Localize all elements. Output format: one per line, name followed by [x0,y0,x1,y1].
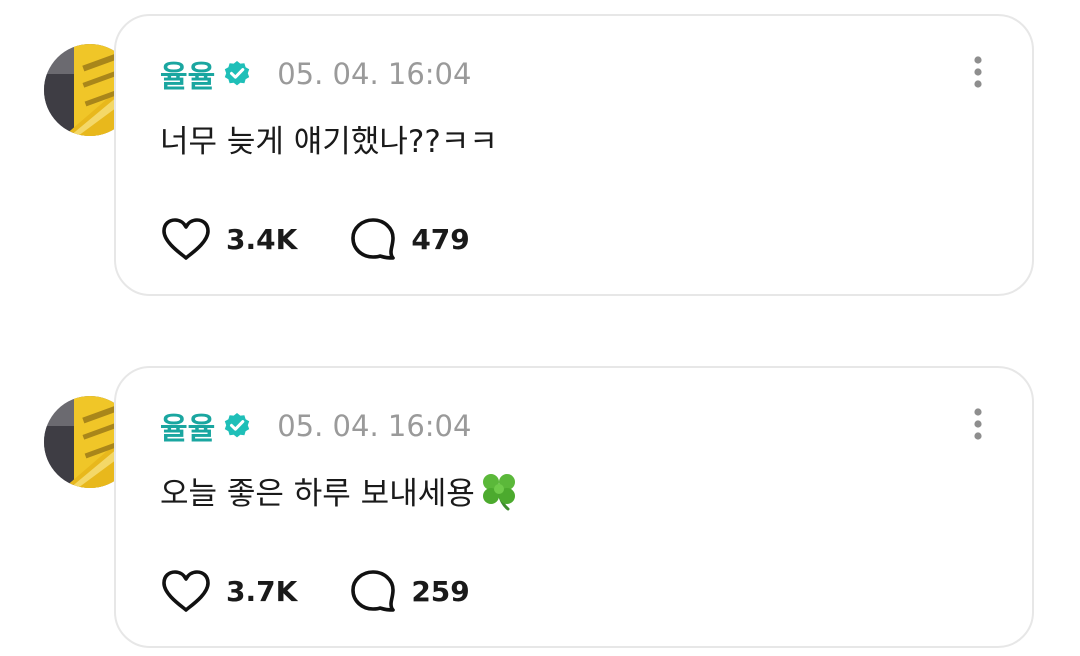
comment-count: 259 [411,574,470,608]
post-text-content: 너무 늦게 얘기했나??ㅋㅋ [160,124,498,160]
comment-bubble-icon [351,218,396,260]
comment-button[interactable]: 479 [349,216,470,262]
post-actions: 3.4K 479 [160,214,470,264]
comment-bubble-icon [351,570,396,612]
like-count: 3.7K [226,574,298,608]
post-actions: 3.7K 259 [160,566,470,616]
post-header: 율율 05. 04. 16:04 [160,50,471,98]
author-name[interactable]: 율율 [160,404,215,448]
heart-icon [162,218,210,260]
more-options-icon[interactable] [968,406,988,446]
like-button[interactable]: 3.7K [160,568,297,614]
post-text: 너무 늦게 얘기했나??ㅋㅋ [160,116,498,161]
post-card[interactable]: 율율 05. 04. 16:04 너무 늦게 얘기했나??ㅋㅋ 3.4K 479 [114,14,1034,296]
author-name[interactable]: 율율 [160,52,215,96]
post-timestamp: 05. 04. 16:04 [277,409,472,443]
post-text-content: 오늘 좋은 하루 보내세용 [160,476,475,512]
more-options-icon[interactable] [968,54,988,94]
clover-icon [477,468,521,512]
post-timestamp: 05. 04. 16:04 [277,57,472,91]
heart-icon [162,570,210,612]
post-header: 율율 05. 04. 16:04 [160,402,471,450]
like-count: 3.4K [226,222,298,256]
verified-badge-icon [223,60,251,88]
comment-button[interactable]: 259 [349,568,470,614]
post-card[interactable]: 율율 05. 04. 16:04 오늘 좋은 하루 보내세용 3.7K 259 [114,366,1034,648]
comment-count: 479 [411,222,470,256]
verified-badge-icon [223,412,251,440]
like-button[interactable]: 3.4K [160,216,297,262]
post-text: 오늘 좋은 하루 보내세용 [160,468,521,513]
feed: 율율 05. 04. 16:04 너무 늦게 얘기했나??ㅋㅋ 3.4K 479… [0,0,1080,656]
